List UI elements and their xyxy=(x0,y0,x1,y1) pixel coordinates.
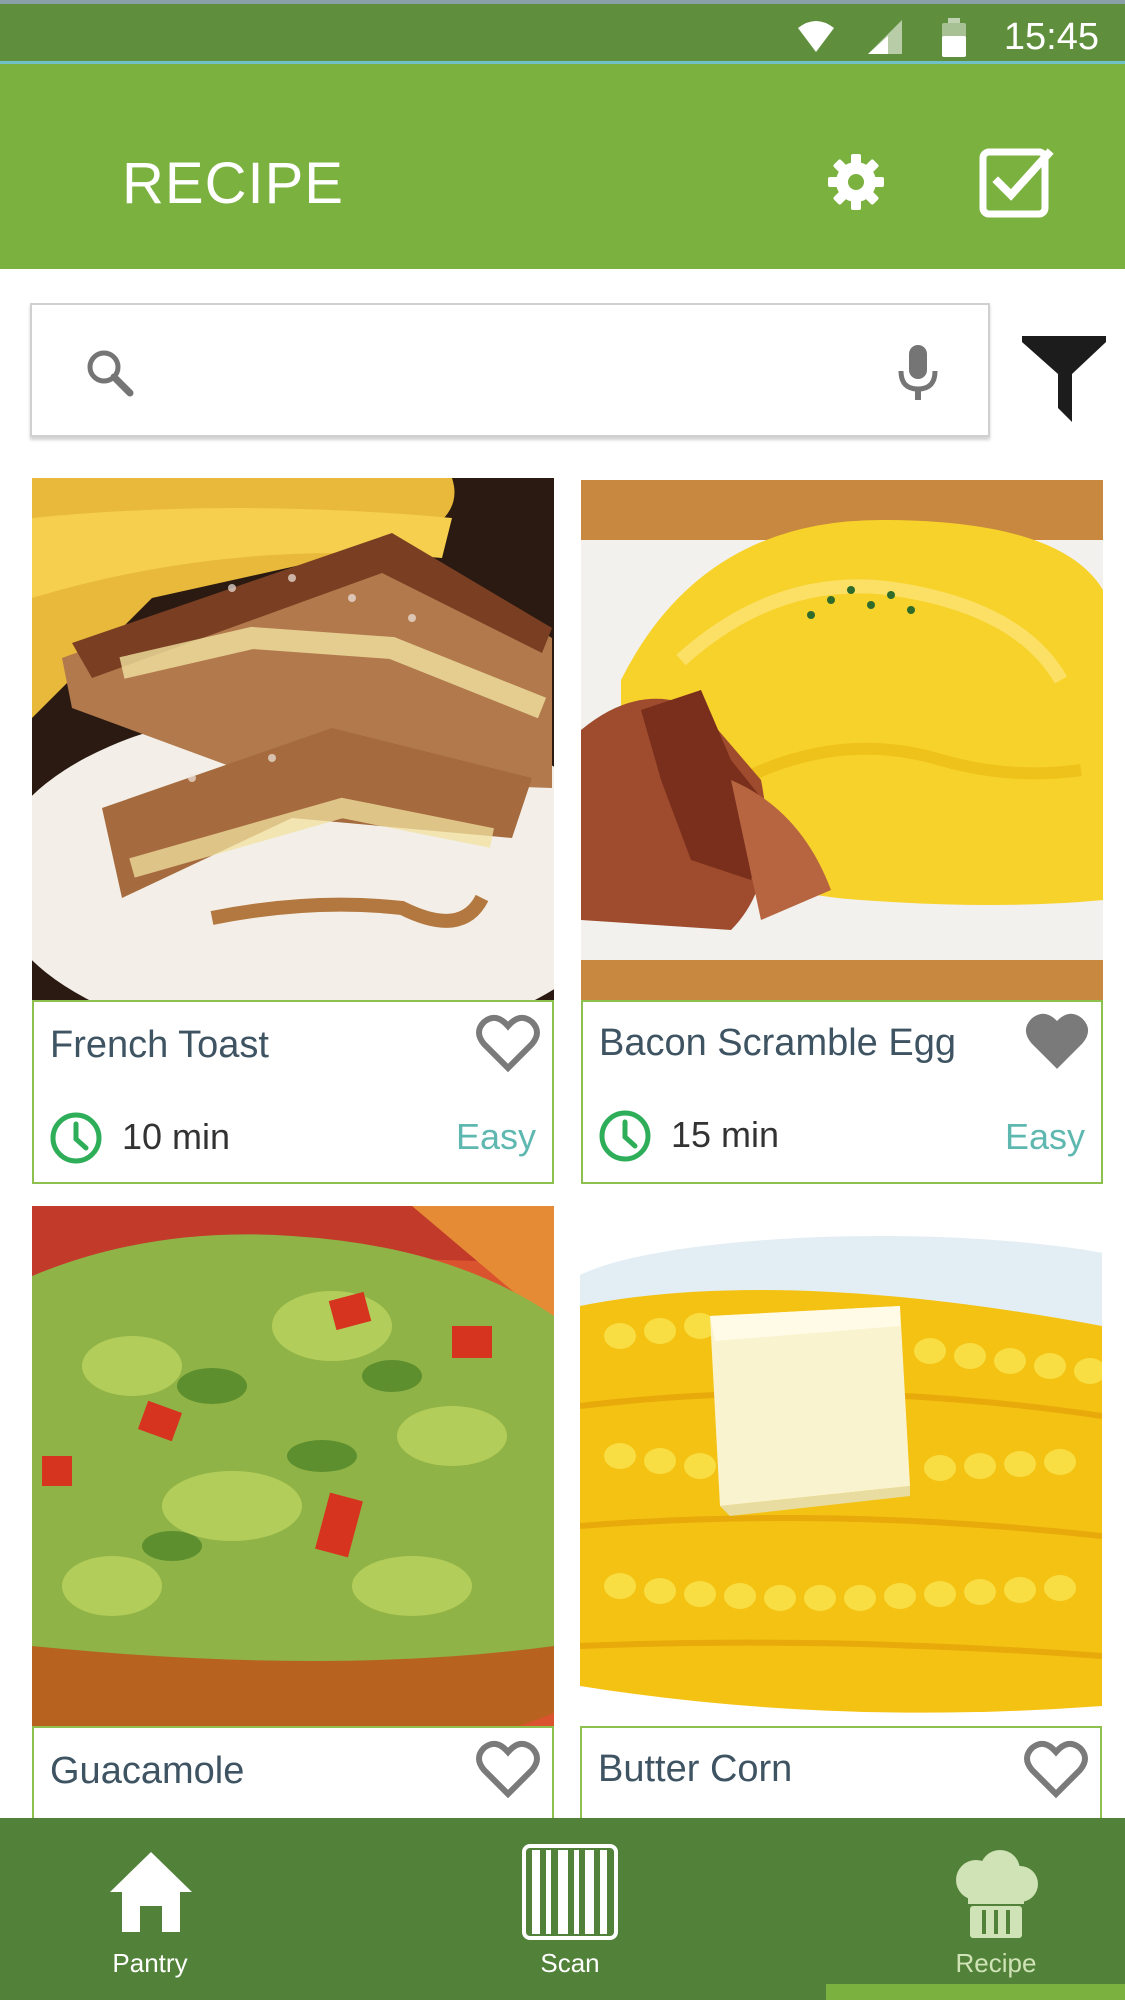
barcode-icon xyxy=(522,1844,618,1940)
heart-filled-icon[interactable] xyxy=(1025,1012,1089,1072)
search-icon xyxy=(87,350,134,397)
wifi-icon xyxy=(798,21,834,52)
microphone-icon xyxy=(898,345,938,400)
recipe-image xyxy=(580,1206,1102,1726)
recipe-name: Bacon Scramble Egg xyxy=(599,1022,956,1064)
heart-outline-icon[interactable] xyxy=(476,1014,540,1074)
filter-icon xyxy=(1022,336,1106,422)
recipe-name: Guacamole xyxy=(50,1750,245,1792)
search-input[interactable] xyxy=(152,335,876,407)
recipe-difficulty: Easy xyxy=(455,1116,536,1157)
nav-label: Recipe xyxy=(955,1948,1037,1978)
settings-button[interactable] xyxy=(816,142,896,222)
select-button[interactable] xyxy=(976,142,1056,222)
status-bar: 15:45 xyxy=(0,0,1125,64)
recipe-name: French Toast xyxy=(50,1024,269,1066)
filter-button[interactable] xyxy=(1018,332,1110,422)
recipe-name: Butter Corn xyxy=(598,1748,793,1790)
checkbox-check-icon xyxy=(979,148,1054,218)
recipe-card[interactable]: Guacamole xyxy=(32,1206,554,1818)
clock-icon xyxy=(599,1110,651,1162)
nav-item-scan[interactable]: Scan xyxy=(470,1818,670,2000)
nav-label: Scan xyxy=(540,1948,600,1978)
recipe-info: French Toast 10 min Easy xyxy=(32,1000,554,1184)
app-bar: RECIPE xyxy=(0,64,1125,269)
recipe-image xyxy=(32,478,554,1000)
recipe-image xyxy=(32,1206,554,1726)
signal-icon xyxy=(868,20,902,54)
recipe-time: 15 min xyxy=(671,1114,780,1155)
heart-outline-icon[interactable] xyxy=(1024,1740,1088,1800)
nav-label: Pantry xyxy=(112,1948,188,1978)
recipe-info: Bacon Scramble Egg 15 min Easy xyxy=(581,1000,1103,1184)
recipe-info: Butter Corn xyxy=(580,1726,1102,1818)
status-time: 15:45 xyxy=(1003,16,1099,58)
recipe-difficulty: Easy xyxy=(1004,1116,1085,1157)
clock-icon xyxy=(50,1112,102,1164)
nav-item-pantry[interactable]: Pantry xyxy=(50,1818,250,2000)
gear-icon xyxy=(828,154,884,210)
recipe-card[interactable]: Butter Corn xyxy=(580,1206,1102,1818)
active-tab-indicator xyxy=(826,1984,1125,2000)
battery-icon xyxy=(942,18,966,57)
nav-item-recipe[interactable]: Recipe xyxy=(896,1818,1096,2000)
page-title: RECIPE xyxy=(122,151,344,216)
voice-search-button[interactable] xyxy=(888,341,948,405)
recipe-time: 10 min xyxy=(122,1116,231,1157)
house-icon xyxy=(110,1852,192,1932)
recipe-card[interactable]: French Toast 10 min Easy xyxy=(32,478,554,1184)
bottom-navigation: Pantry Scan Recipe xyxy=(0,1818,1125,2000)
heart-outline-icon[interactable] xyxy=(476,1740,540,1800)
chef-hat-icon xyxy=(956,1850,1038,1938)
search-bar xyxy=(30,303,990,437)
recipe-info: Guacamole xyxy=(32,1726,554,1818)
recipe-image xyxy=(581,480,1103,1000)
recipe-card[interactable]: Bacon Scramble Egg 15 min Easy xyxy=(581,480,1103,1184)
